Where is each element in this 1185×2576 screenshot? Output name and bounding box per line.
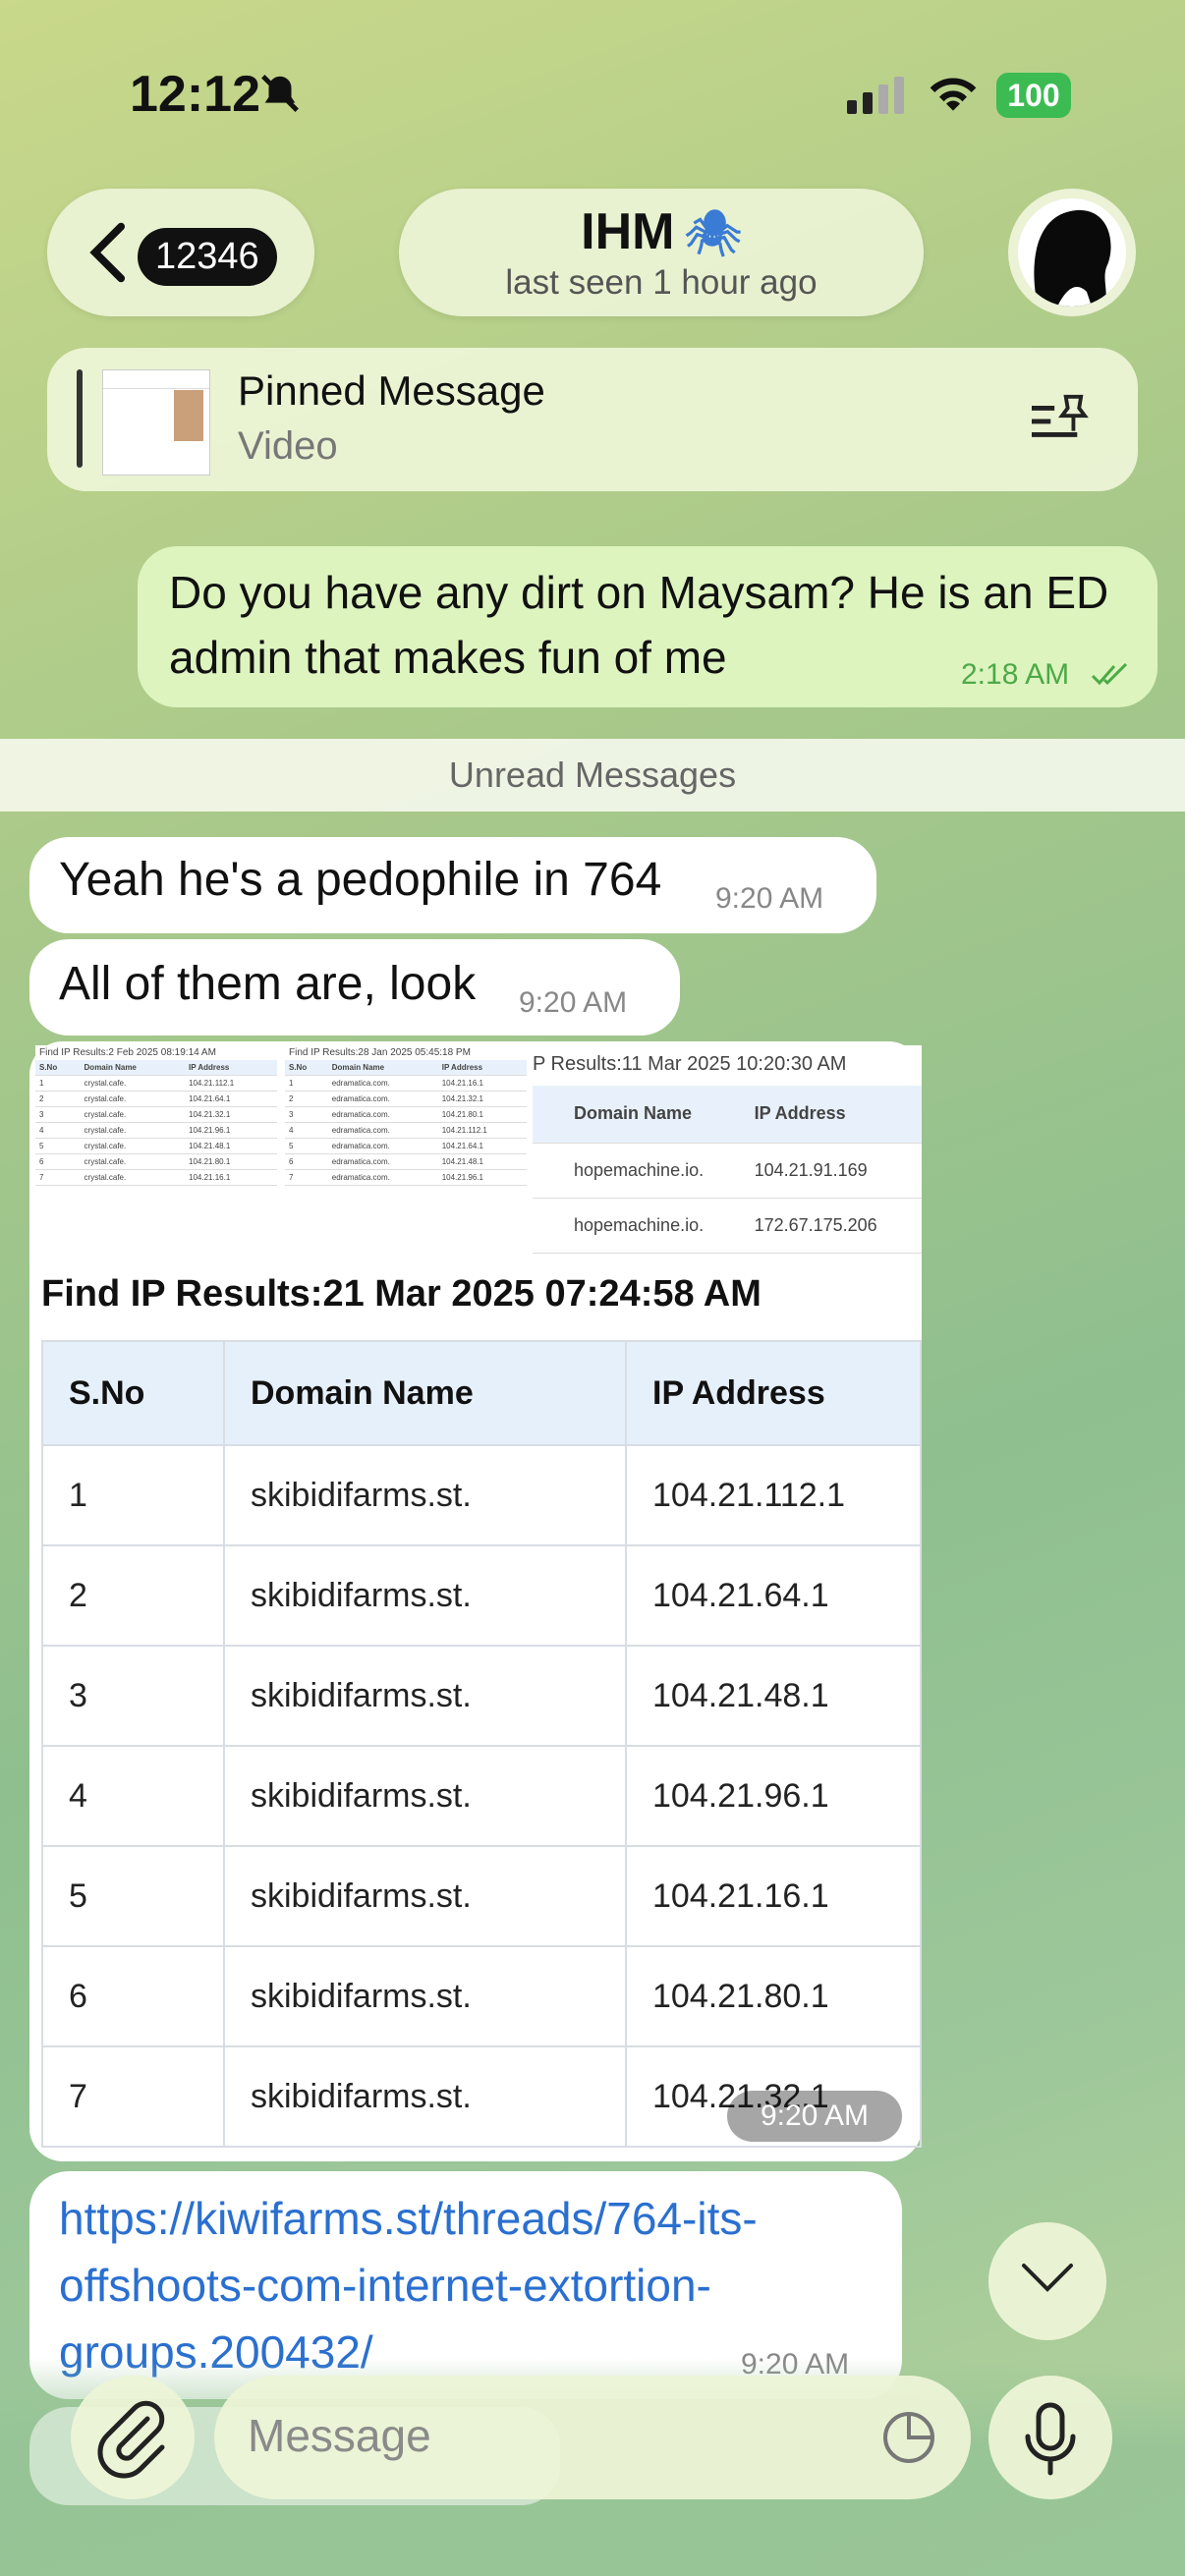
album-main-title: Find IP Results:21 Mar 2025 07:24:58 AM — [41, 1273, 762, 1315]
unread-messages-divider: Unread Messages — [0, 739, 1185, 812]
album-image-3-table: Domain Name IP Address hopemachine.io. 104… — [533, 1086, 922, 1254]
read-ticks-icon — [1091, 662, 1128, 686]
sticker-icon[interactable] — [880, 2409, 937, 2466]
wifi-icon — [930, 78, 977, 111]
mic-button[interactable] — [988, 2376, 1112, 2499]
unread-count-badge: 12346 — [138, 228, 277, 286]
column-header: S.No — [41, 1340, 225, 1446]
message-time: 9:20 AM — [715, 882, 824, 915]
pin-list-icon[interactable] — [1028, 393, 1089, 446]
table-row: 3 skibidifarms.st. 104.21.48.1 — [41, 1645, 922, 1747]
spider-icon: 🕷 — [684, 207, 742, 258]
column-header: Domain Name — [223, 1340, 627, 1446]
message-placeholder: Message — [248, 2410, 431, 2461]
status-time: 12:12 — [130, 66, 260, 123]
microphone-icon — [1025, 2402, 1076, 2476]
scroll-down-button[interactable] — [988, 2222, 1106, 2340]
pinned-title: Pinned Message — [238, 367, 545, 414]
pinned-indicator — [77, 369, 83, 468]
battery-indicator: 100 — [996, 73, 1071, 118]
ip-results-table: S.No Domain Name IP Address 1 skibidifarm… — [41, 1340, 922, 2148]
album-image-1[interactable]: Find IP Results:2 Feb 2025 08:19:14 AM S… — [35, 1045, 277, 1271]
chevron-left-icon — [89, 222, 126, 283]
paperclip-icon — [97, 2400, 165, 2479]
pinned-subtitle: Video — [238, 424, 338, 468]
bell-muted-icon — [261, 75, 299, 112]
pinned-message-bar[interactable] — [47, 348, 1138, 491]
album-image-2[interactable]: Find IP Results:28 Jan 2025 05:45:18 PM … — [285, 1045, 527, 1271]
attach-button[interactable] — [71, 2376, 195, 2499]
album-image-2-table: S.No Domain Name IP Address 1 edramatica.co… — [285, 1060, 527, 1186]
album-time: 9:20 AM — [727, 2091, 902, 2142]
table-header-row: S.No Domain Name IP Address — [41, 1340, 922, 1446]
table-row: 6 skibidifarms.st. 104.21.80.1 — [41, 1945, 922, 2047]
table-row: 1 skibidifarms.st. 104.21.112.1 — [41, 1444, 922, 1546]
pinned-thumbnail — [102, 369, 210, 476]
avatar-image — [1018, 198, 1126, 307]
chevron-down-icon — [1022, 2264, 1073, 2292]
last-seen-status: last seen 1 hour ago — [505, 263, 818, 302]
album-image-3[interactable]: P Results:11 Mar 2025 10:20:30 AM Domain… — [533, 1045, 922, 1271]
message-time: 9:20 AM — [519, 986, 628, 1019]
signal-icon — [847, 77, 910, 114]
message-text: Yeah he's a pedophile in 764 — [59, 854, 662, 906]
chat-title: IHM 🕷 — [581, 203, 742, 260]
table-row: 2 skibidifarms.st. 104.21.64.1 — [41, 1544, 922, 1647]
table-row: 4 skibidifarms.st. 104.21.96.1 — [41, 1745, 922, 1847]
message-text: All of them are, look — [59, 958, 477, 1010]
column-header: IP Address — [625, 1340, 922, 1446]
album-image-1-table: S.No Domain Name IP Address 1 crystal.cafe.… — [35, 1060, 277, 1186]
table-row: 5 skibidifarms.st. 104.21.16.1 — [41, 1845, 922, 1947]
message-time: 2:18 AM — [961, 658, 1070, 691]
